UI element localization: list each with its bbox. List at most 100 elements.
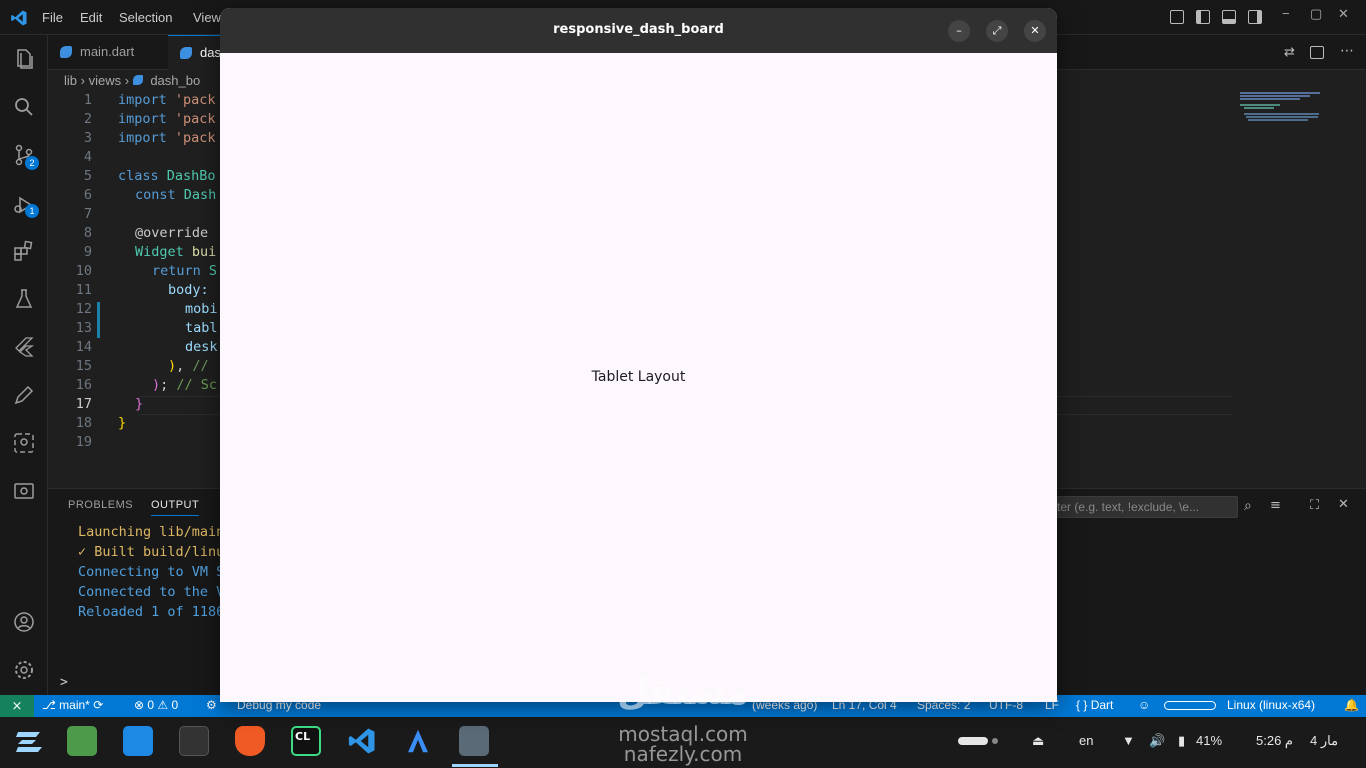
- scm-badge: 2: [25, 156, 39, 170]
- panel-tab-problems[interactable]: PROBLEMS: [68, 499, 133, 511]
- remote-explorer-icon[interactable]: [12, 431, 36, 455]
- code-line: Widget bui: [135, 244, 217, 260]
- language-mode[interactable]: { } Dart: [1076, 698, 1113, 712]
- notifications-bell-icon[interactable]: 🔔: [1344, 698, 1359, 712]
- split-editor-icon[interactable]: [1310, 46, 1324, 59]
- line-number: 11: [75, 282, 92, 298]
- vscode-logo-icon: [11, 10, 27, 26]
- brave-browser-icon[interactable]: [235, 726, 265, 756]
- git-branch[interactable]: ⎇ main* ⟳: [42, 698, 103, 712]
- app-maximize-icon[interactable]: ⤢: [986, 20, 1008, 42]
- workspace-dot[interactable]: [992, 738, 998, 744]
- code-line: }: [118, 415, 127, 431]
- more-actions-icon[interactable]: ⋯: [1340, 43, 1354, 59]
- clock-date[interactable]: مار 4: [1310, 733, 1338, 749]
- activity-bar: 2 1: [0, 35, 48, 695]
- app-close-icon[interactable]: ✕: [1024, 20, 1046, 42]
- code-line: tabl: [185, 320, 218, 336]
- flutter-icon[interactable]: [12, 335, 36, 359]
- layout-label: Tablet Layout: [591, 369, 686, 385]
- pen-icon[interactable]: [12, 383, 36, 407]
- eject-icon[interactable]: ⏏: [1032, 733, 1044, 749]
- error-count: 0: [147, 698, 155, 712]
- flutter-app-window-icon[interactable]: [459, 726, 489, 756]
- minimap[interactable]: [1236, 92, 1356, 132]
- wifi-icon[interactable]: ▼: [1122, 733, 1135, 748]
- progress-indicator: [1164, 701, 1216, 710]
- breadcrumb-lib[interactable]: lib: [64, 73, 77, 88]
- app-window-header: responsive_dash_board – ⤢ ✕: [220, 8, 1057, 53]
- testing-icon[interactable]: [12, 287, 36, 311]
- line-number: 13: [75, 320, 92, 336]
- accounts-icon[interactable]: [12, 610, 36, 634]
- devtools-icon[interactable]: [12, 479, 36, 503]
- output-line: Reloaded 1 of 1186: [78, 604, 225, 620]
- clock-time[interactable]: 5:26 م: [1256, 733, 1293, 749]
- panel-tab-output[interactable]: OUTPUT: [151, 499, 200, 516]
- code-line: ); // Sc: [152, 377, 218, 393]
- app-minimize-icon[interactable]: –: [948, 20, 970, 42]
- menu-view[interactable]: View: [193, 10, 221, 25]
- menu-edit[interactable]: Edit: [80, 10, 102, 25]
- vscode-app-icon[interactable]: [347, 726, 377, 756]
- keyboard-language[interactable]: en: [1079, 733, 1093, 748]
- battery-icon[interactable]: ▮: [1178, 733, 1185, 749]
- line-number: 3: [83, 130, 92, 146]
- taskbar: CL ⏏ en ▼ 🔊 ▮ 41% 5:26 م مار 4: [0, 717, 1366, 768]
- explorer-icon[interactable]: [12, 47, 36, 71]
- menu-selection[interactable]: Selection: [119, 10, 172, 25]
- software-store-icon[interactable]: [123, 726, 153, 756]
- code-line: class DashBo: [118, 168, 216, 184]
- tab-main-dart[interactable]: main.dart: [48, 35, 168, 70]
- toggle-panel-icon[interactable]: [1222, 10, 1236, 24]
- search-icon[interactable]: ⌕: [1244, 498, 1252, 514]
- code-line: import 'pack: [118, 92, 216, 108]
- menu-file[interactable]: File: [42, 10, 63, 25]
- line-number: 5: [83, 168, 92, 184]
- debug-icon[interactable]: ⚙: [206, 698, 217, 712]
- line-number: 8: [83, 225, 92, 241]
- compare-changes-icon[interactable]: ⇄: [1284, 45, 1295, 60]
- terminal-prompt[interactable]: >: [60, 675, 68, 690]
- files-app-icon[interactable]: [67, 726, 97, 756]
- clion-app-icon[interactable]: CL: [291, 726, 321, 756]
- breadcrumb: lib › views › dash_bo: [64, 73, 200, 88]
- workspace-indicator[interactable]: [958, 737, 988, 745]
- chevron-right-icon: ›: [80, 73, 89, 88]
- customize-layout-icon[interactable]: [1170, 10, 1184, 24]
- code-line: body:: [168, 282, 209, 298]
- terminal-app-icon[interactable]: [179, 726, 209, 756]
- line-number: 2: [83, 111, 92, 127]
- maximize-panel-icon[interactable]: ⛶: [1310, 498, 1319, 513]
- flutter-app-window: responsive_dash_board – ⤢ ✕ Tablet Layou…: [220, 8, 1057, 702]
- output-line: ✓ Built build/linu: [78, 544, 225, 560]
- remote-indicator-icon[interactable]: ⨯: [0, 695, 34, 717]
- android-studio-icon[interactable]: [403, 726, 433, 756]
- toggle-secondary-sidebar-icon[interactable]: [1248, 10, 1262, 24]
- breadcrumb-file[interactable]: dash_bo: [150, 73, 200, 88]
- output-line: Connecting to VM S: [78, 564, 225, 580]
- volume-icon[interactable]: 🔊: [1149, 733, 1165, 749]
- breadcrumb-views[interactable]: views: [89, 73, 122, 88]
- dart-file-icon: [132, 75, 143, 85]
- close-icon[interactable]: ✕: [1338, 6, 1349, 22]
- line-number: 1: [83, 92, 92, 108]
- line-number: 15: [75, 358, 92, 374]
- minimize-icon[interactable]: −: [1282, 6, 1290, 21]
- search-icon[interactable]: [12, 95, 36, 119]
- extensions-icon[interactable]: [12, 239, 36, 263]
- settings-gear-icon[interactable]: [12, 658, 36, 682]
- problems-indicator[interactable]: ⊗ 0 ⚠ 0: [134, 698, 178, 712]
- copilot-icon[interactable]: ☺: [1138, 698, 1150, 712]
- maximize-icon[interactable]: ▢: [1310, 6, 1322, 22]
- toggle-primary-sidebar-icon[interactable]: [1196, 10, 1210, 24]
- close-panel-icon[interactable]: ✕: [1338, 497, 1349, 512]
- line-number: 14: [75, 339, 92, 355]
- line-number: 12: [75, 301, 92, 317]
- branch-label: main*: [59, 698, 90, 712]
- clear-output-icon[interactable]: ≡: [1270, 498, 1281, 513]
- code-line: import 'pack: [118, 111, 216, 127]
- zorin-menu-icon[interactable]: [14, 728, 44, 756]
- flutter-device[interactable]: Linux (linux-x64): [1227, 698, 1315, 712]
- output-filter-input[interactable]: ter (e.g. text, !exclude, \e...: [1050, 496, 1238, 518]
